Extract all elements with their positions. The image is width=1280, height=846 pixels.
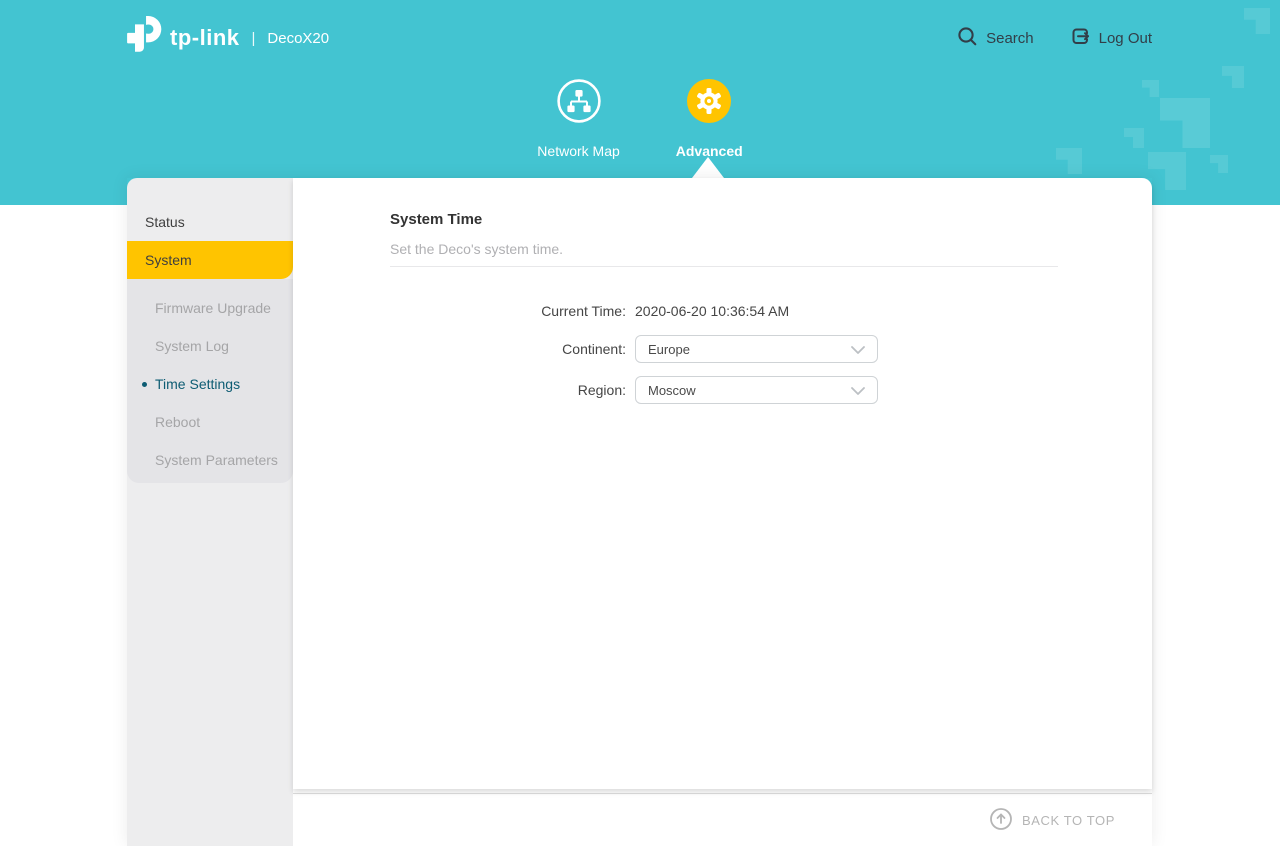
time-settings-form: Current Time: 2020-06-20 10:36:54 AM Con… [390, 303, 1058, 404]
region-label: Region: [577, 382, 626, 398]
continent-row: Continent: Europe [390, 335, 1058, 363]
region-row: Region: Moscow [390, 376, 1058, 404]
current-time-row: Current Time: 2020-06-20 10:36:54 AM [390, 303, 1058, 319]
back-to-top-label: BACK TO TOP [1021, 812, 1115, 828]
brand-name: tp-link [170, 25, 240, 50]
content-card: Status System Firmware Upgrade System Lo… [127, 178, 1152, 846]
search-label: Search [986, 29, 1034, 47]
active-tab-pointer [692, 157, 724, 178]
submenu-label: System Log [155, 338, 229, 354]
nav-network-map-label: Network Map [537, 143, 620, 159]
search-button[interactable]: Search [957, 26, 1034, 51]
header-banner: tp-link | DecoX20 Search Log Out Network… [0, 0, 1280, 205]
sidebar-item-time-settings[interactable]: Time Settings [127, 365, 293, 403]
sidebar-item-system[interactable]: System [127, 241, 293, 279]
continent-selected-value: Europe [648, 341, 690, 357]
topbar: tp-link | DecoX20 Search Log Out [0, 0, 1280, 76]
logout-button[interactable]: Log Out [1070, 26, 1152, 51]
sidebar-item-system-parameters[interactable]: System Parameters [127, 441, 293, 479]
sidebar-item-system-log[interactable]: System Log [127, 327, 293, 365]
tp-link-logo-icon [127, 15, 163, 61]
back-to-top-button[interactable]: BACK TO TOP [989, 807, 1115, 834]
logout-label: Log Out [1098, 29, 1152, 47]
page-subtitle: Set the Deco's system time. [390, 241, 564, 257]
current-time-label: Current Time: [541, 303, 626, 319]
region-selected-value: Moscow [648, 382, 696, 398]
active-bullet-icon [142, 381, 147, 387]
sidebar: Status System Firmware Upgrade System Lo… [127, 178, 293, 846]
sidebar-item-firmware-upgrade[interactable]: Firmware Upgrade [127, 289, 293, 327]
submenu-label: Time Settings [155, 376, 241, 392]
sidebar-item-reboot[interactable]: Reboot [127, 403, 293, 441]
current-time-value: 2020-06-20 10:36:54 AM [635, 303, 790, 319]
brand-logo: tp-link | DecoX20 [127, 15, 330, 61]
network-map-icon [556, 79, 601, 128]
nav-network-map[interactable]: Network Map [537, 79, 620, 159]
submenu-label: System Parameters [155, 452, 278, 468]
region-select[interactable]: Moscow [635, 376, 878, 404]
divider [390, 266, 1058, 267]
arrow-up-circle-icon [989, 807, 1013, 834]
main-panel: System Time Set the Deco's system time. … [293, 178, 1152, 789]
continent-select[interactable]: Europe [635, 335, 878, 363]
logout-icon [1070, 26, 1091, 51]
submenu-label: Reboot [155, 414, 201, 430]
search-icon [957, 26, 978, 51]
sidebar-item-status[interactable]: Status [127, 203, 293, 241]
brand-separator: | [251, 29, 256, 47]
chevron-down-icon [851, 342, 865, 357]
gear-icon [687, 79, 732, 128]
footer-bar: BACK TO TOP [293, 793, 1152, 846]
main-column: System Time Set the Deco's system time. … [293, 178, 1152, 846]
brand-model: DecoX20 [267, 29, 330, 47]
page-title: System Time [390, 211, 483, 228]
chevron-down-icon [851, 383, 865, 398]
main-nav: Network Map Advanced [0, 79, 1280, 159]
continent-label: Continent: [562, 341, 626, 357]
top-actions: Search Log Out [957, 26, 1152, 51]
nav-advanced[interactable]: Advanced [676, 79, 743, 159]
system-submenu: Firmware Upgrade System Log Time Setting… [127, 279, 293, 483]
submenu-label: Firmware Upgrade [155, 300, 271, 316]
